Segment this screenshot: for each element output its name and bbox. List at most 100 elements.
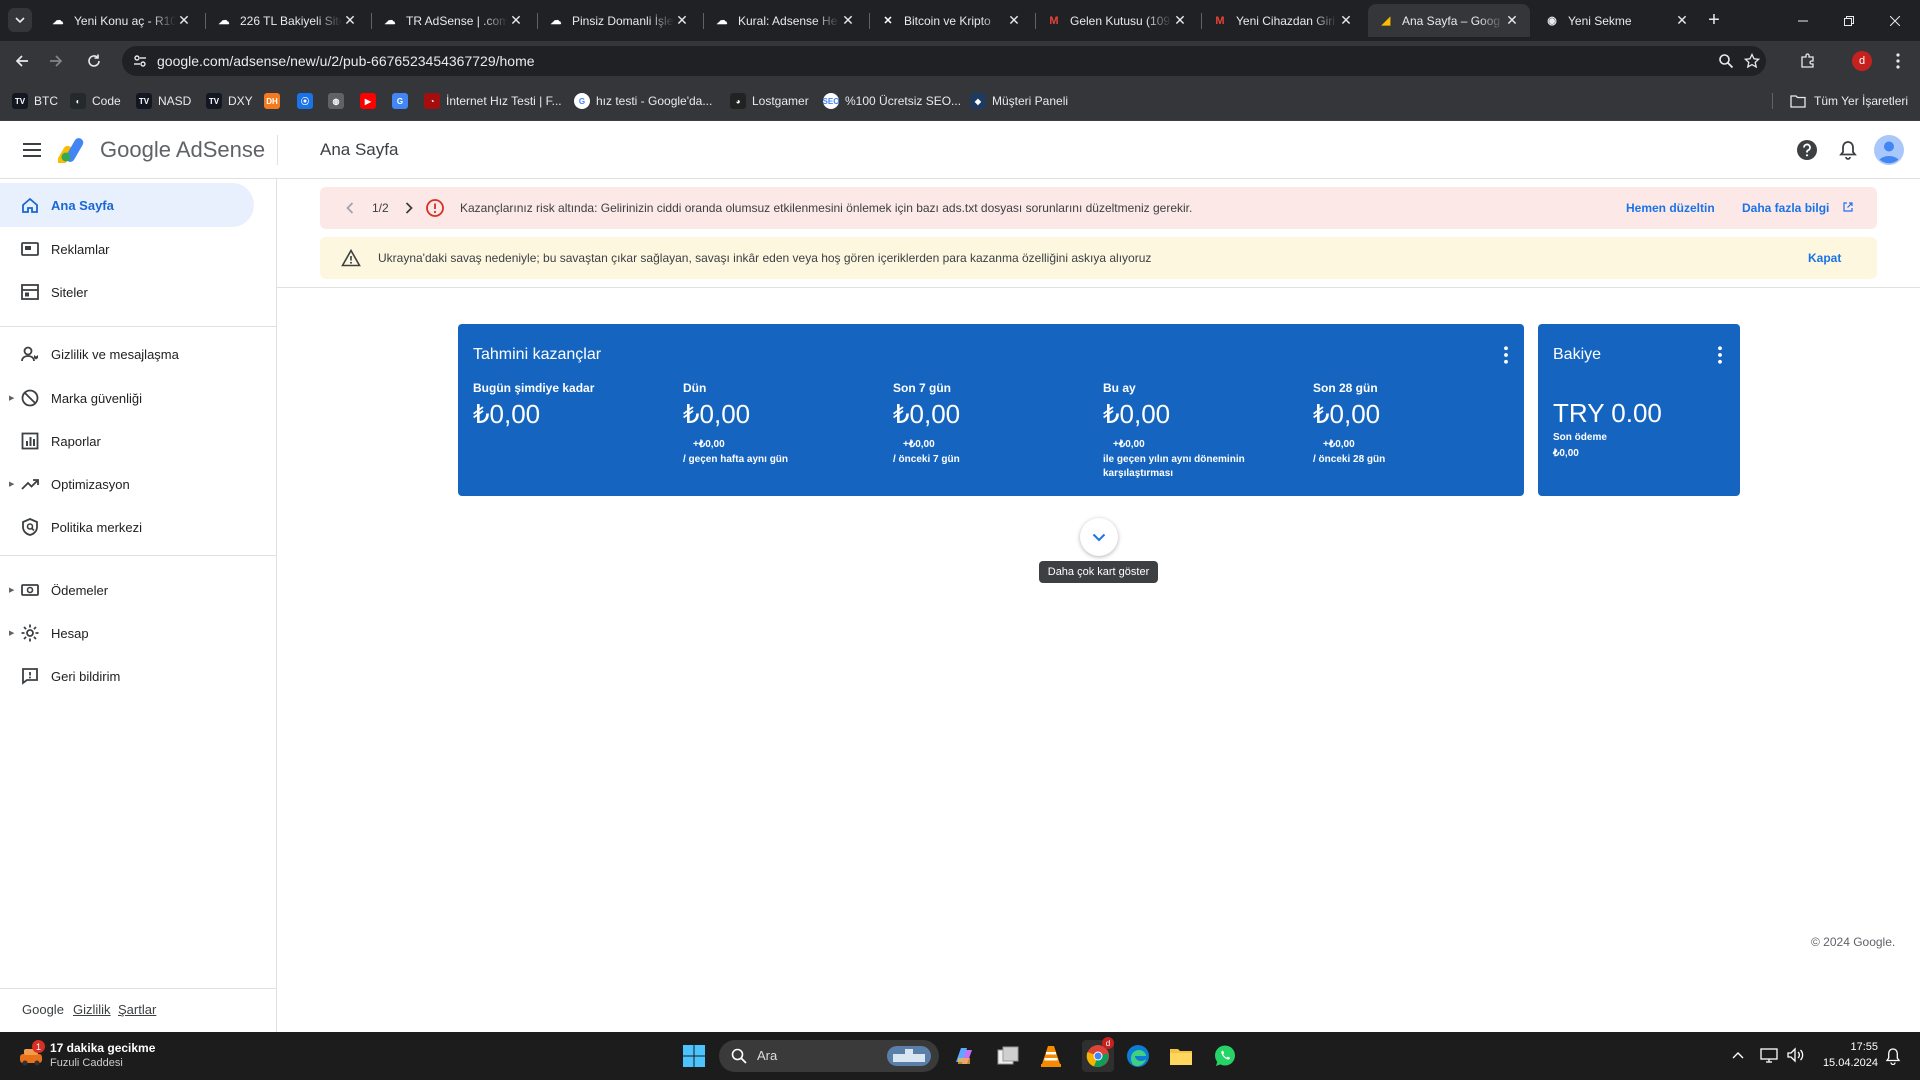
- bookmark-item[interactable]: ◆ Müşteri Paneli: [970, 91, 1068, 111]
- bookmark-item[interactable]: TV NASD: [136, 91, 191, 111]
- weather-widget[interactable]: 1: [18, 1040, 45, 1068]
- close-window-button[interactable]: [1872, 0, 1918, 41]
- whatsapp-taskbar-button[interactable]: [1211, 1042, 1239, 1070]
- reload-button[interactable]: [82, 49, 106, 73]
- bookmark-item[interactable]: ◕ Lostgamer: [730, 91, 809, 111]
- extensions-button[interactable]: [1796, 49, 1820, 73]
- balance-card[interactable]: Bakiye TRY 0.00 Son ödeme ₺0,00: [1538, 324, 1740, 496]
- sidebar-item-marka-guvenligi[interactable]: ▶ Marka güvenliği: [0, 376, 254, 420]
- task-view-button[interactable]: [994, 1042, 1022, 1070]
- start-button[interactable]: [680, 1042, 708, 1070]
- zoom-icon[interactable]: [1718, 53, 1734, 69]
- clock-date[interactable]: 15.04.2024: [1810, 1057, 1878, 1069]
- sidebar-item-raporlar[interactable]: Raporlar: [0, 419, 254, 463]
- bookmark-item[interactable]: DH: [264, 91, 286, 111]
- browser-tab[interactable]: ☁ Pinsiz Domanli İşle ✕: [538, 4, 700, 37]
- google-icon: G: [574, 93, 590, 109]
- restore-button[interactable]: [1826, 0, 1872, 41]
- close-tab-icon[interactable]: ✕: [342, 12, 358, 29]
- account-button[interactable]: [1873, 134, 1905, 166]
- close-tab-icon[interactable]: ✕: [176, 12, 192, 29]
- chrome-menu-button[interactable]: [1886, 49, 1910, 73]
- restore-icon: [1844, 15, 1854, 26]
- chevron-up-icon[interactable]: [1732, 1050, 1744, 1060]
- adsense-logo-icon[interactable]: [58, 135, 90, 163]
- volume-icon[interactable]: [1786, 1047, 1804, 1063]
- learn-more-link[interactable]: Daha fazla bilgi: [1742, 201, 1829, 215]
- more-vert-icon[interactable]: [1498, 346, 1514, 364]
- sidebar-item-geri-bildirim[interactable]: Geri bildirim: [0, 654, 254, 698]
- browser-tab[interactable]: M Gelen Kutusu (109 ✕: [1036, 4, 1198, 37]
- fix-now-link[interactable]: Hemen düzeltin: [1626, 201, 1715, 215]
- close-tab-icon[interactable]: ✕: [1172, 12, 1188, 29]
- browser-tab[interactable]: ☁ Yeni Konu aç - R10 ✕: [40, 4, 202, 37]
- chrome-taskbar-button[interactable]: d: [1082, 1037, 1114, 1072]
- browser-tab[interactable]: ☁ Kural: Adsense He ✕: [704, 4, 866, 37]
- close-tab-icon[interactable]: ✕: [1338, 12, 1354, 29]
- show-more-cards-button[interactable]: [1080, 518, 1118, 556]
- notifications-button[interactable]: [1834, 136, 1862, 164]
- forward-button[interactable]: [44, 49, 68, 73]
- browser-tab[interactable]: ☁ TR AdSense | .com ✕: [372, 4, 534, 37]
- close-tab-icon[interactable]: ✕: [508, 12, 524, 29]
- edge-taskbar-button[interactable]: [1124, 1042, 1152, 1070]
- close-notice-button[interactable]: Kapat: [1808, 251, 1841, 265]
- bookmark-item[interactable]: TV DXY: [206, 91, 253, 111]
- taskbar-search-box[interactable]: Ara: [719, 1040, 939, 1072]
- all-bookmarks-button[interactable]: Tüm Yer İşaretleri: [1790, 91, 1908, 111]
- bookmark-item[interactable]: G: [392, 91, 414, 111]
- sidebar-item-optimizasyon[interactable]: ▶ Optimizasyon: [0, 462, 254, 506]
- profile-button[interactable]: d: [1850, 49, 1874, 73]
- dh-icon: DH: [264, 93, 280, 109]
- bookmark-item[interactable]: ◍: [328, 91, 350, 111]
- tradingview-icon: TV: [136, 93, 152, 109]
- sidebar-item-odemeler[interactable]: ▶ Ödemeler: [0, 568, 254, 612]
- bookmark-item[interactable]: ⦿: [297, 91, 319, 111]
- close-tab-icon[interactable]: ✕: [840, 12, 856, 29]
- sidebar-item-hesap[interactable]: ▶ Hesap: [0, 611, 254, 655]
- notification-bell-icon[interactable]: [1885, 1048, 1901, 1065]
- bookmark-item[interactable]: ◐ Code: [70, 91, 121, 111]
- sidebar-item-ana-sayfa[interactable]: Ana Sayfa: [0, 183, 254, 227]
- bookmark-item[interactable]: SEO %100 Ücretsiz SEO...: [823, 91, 961, 111]
- puzzle-icon: [1801, 53, 1814, 68]
- sidebar-item-politika-merkezi[interactable]: Politika merkezi: [0, 505, 254, 549]
- vlc-taskbar-button[interactable]: [1037, 1042, 1065, 1070]
- clock-time[interactable]: 17:55: [1820, 1041, 1878, 1053]
- footer-terms-link[interactable]: Şartlar: [118, 1002, 156, 1017]
- browser-tab[interactable]: ◉ Yeni Sekme ✕: [1534, 4, 1700, 37]
- close-tab-icon[interactable]: ✕: [1674, 12, 1690, 29]
- chevron-left-icon[interactable]: [346, 202, 354, 214]
- tab-search-button[interactable]: [8, 8, 32, 32]
- sidebar-item-reklamlar[interactable]: Reklamlar: [0, 227, 254, 271]
- sidebar-item-label: Marka güvenliği: [51, 390, 143, 406]
- sidebar-item-siteler[interactable]: Siteler: [0, 270, 254, 314]
- bookmark-item[interactable]: ◔ İnternet Hız Testi | F...: [424, 91, 562, 111]
- new-tab-button[interactable]: +: [1700, 8, 1728, 32]
- network-icon[interactable]: [1760, 1047, 1778, 1063]
- chevron-right-icon[interactable]: [405, 202, 413, 214]
- address-bar[interactable]: google.com/adsense/new/u/2/pub-667652345…: [122, 46, 1766, 76]
- browser-tab[interactable]: ◢ Ana Sayfa – Goog ✕: [1368, 4, 1530, 37]
- back-button[interactable]: [10, 49, 34, 73]
- bookmark-item[interactable]: ▶: [360, 91, 382, 111]
- estimated-earnings-card[interactable]: Tahmini kazançlar Bugün şimdiye kadar ₺0,…: [458, 324, 1524, 496]
- footer-privacy-link[interactable]: Gizlilik: [73, 1002, 111, 1017]
- copilot-taskbar-button[interactable]: [950, 1042, 978, 1070]
- file-explorer-taskbar-button[interactable]: [1167, 1042, 1195, 1070]
- minimize-button[interactable]: [1780, 0, 1826, 41]
- close-tab-icon[interactable]: ✕: [1006, 12, 1022, 29]
- browser-tab[interactable]: ☁ 226 TL Bakiyeli Site ✕: [206, 4, 368, 37]
- bookmark-item[interactable]: TV BTC: [12, 91, 58, 111]
- more-vert-icon[interactable]: [1712, 346, 1728, 364]
- browser-tab[interactable]: M Yeni Cihazdan Giri ✕: [1202, 4, 1364, 37]
- close-tab-icon[interactable]: ✕: [674, 12, 690, 29]
- main-menu-button[interactable]: [20, 138, 44, 162]
- bookmark-star-icon[interactable]: [1744, 53, 1760, 69]
- browser-tab[interactable]: ✕ Bitcoin ve Kripto ✕: [870, 4, 1032, 37]
- url-text[interactable]: google.com/adsense/new/u/2/pub-667652345…: [157, 53, 535, 69]
- sidebar-item-gizlilik-ve-mesajlasma[interactable]: Gizlilik ve mesajlaşma: [0, 332, 254, 376]
- close-tab-icon[interactable]: ✕: [1504, 12, 1520, 29]
- help-button[interactable]: [1793, 136, 1821, 164]
- bookmark-item[interactable]: Ghız testi - Google'da...: [574, 91, 712, 111]
